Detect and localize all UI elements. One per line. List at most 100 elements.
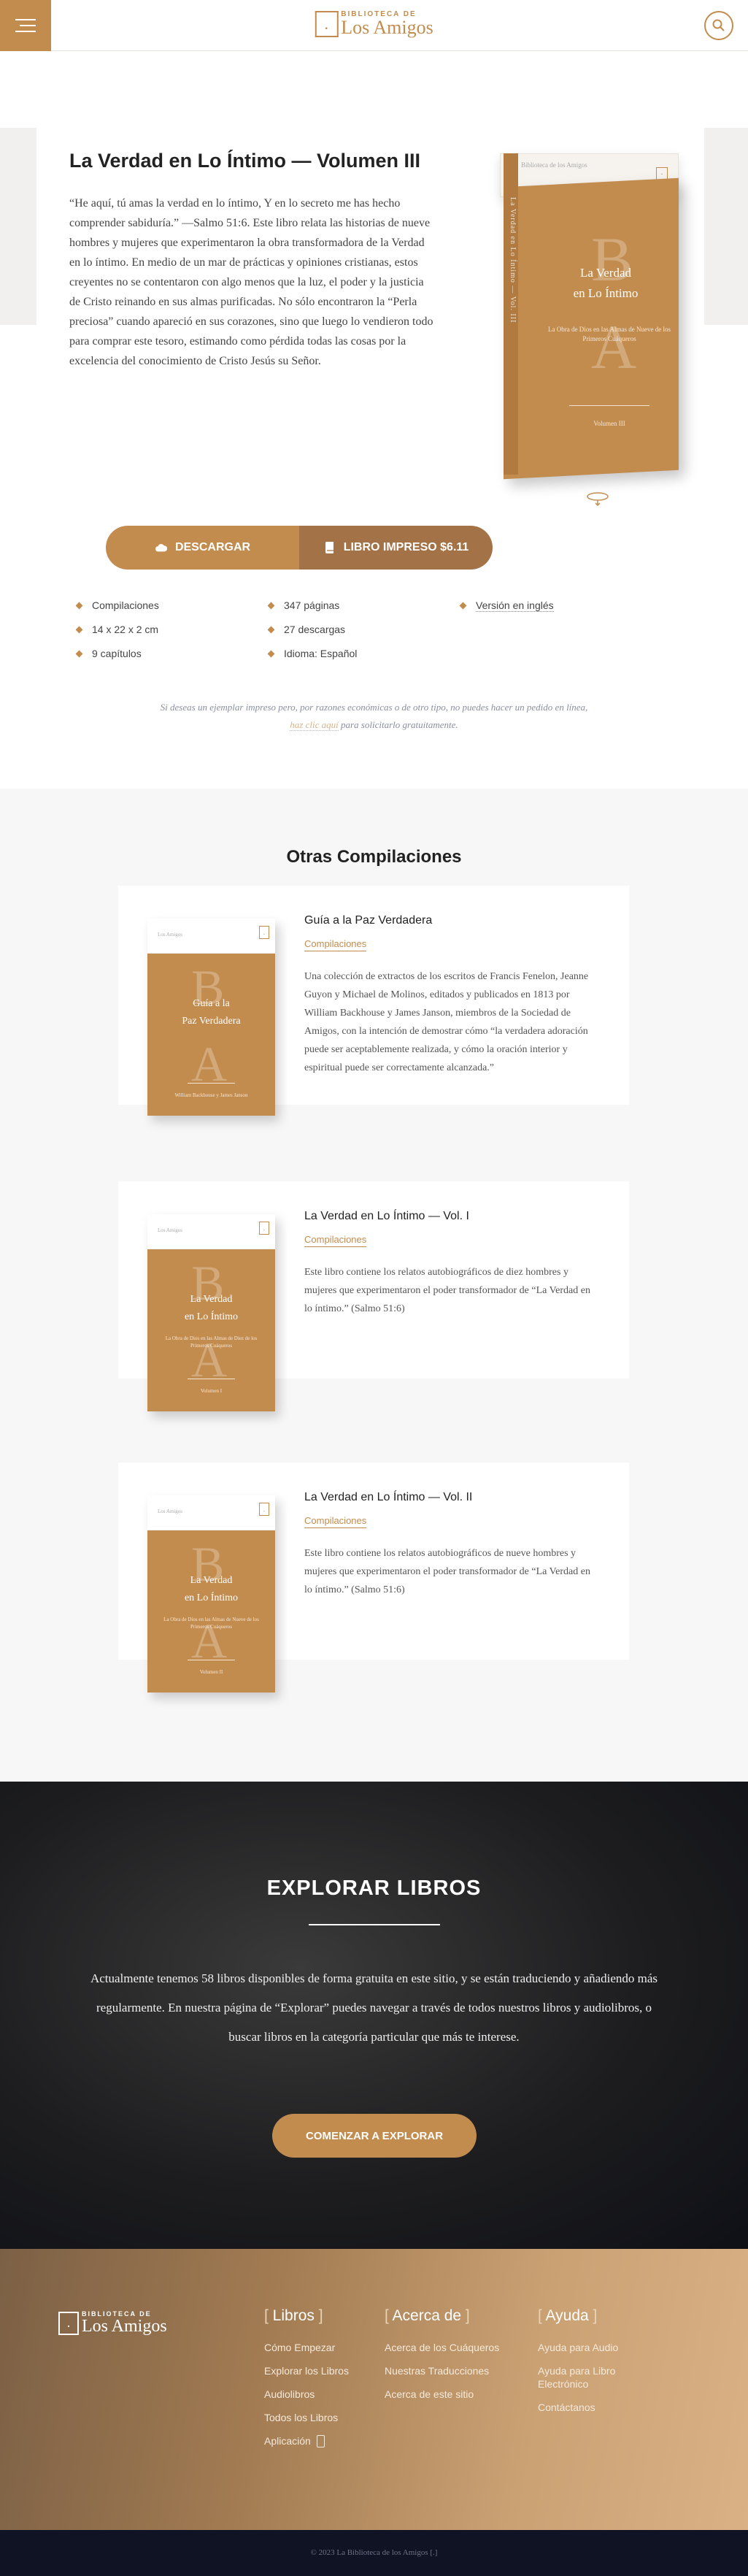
meta-category-text: Compilaciones — [92, 599, 159, 611]
meta-category[interactable]: Compilaciones — [75, 599, 269, 612]
footer-link-app[interactable]: Aplicación — [264, 2434, 366, 2447]
meta-downloads-text: 27 descargas — [284, 624, 346, 635]
hamburger-icon — [15, 19, 36, 20]
book-hero: La Verdad en Lo Íntimo — Volumen III “He… — [0, 51, 748, 789]
cloud-icon — [155, 544, 168, 552]
back-cover-text: Biblioteca de los Amigos — [521, 161, 587, 169]
cover-letter-a: A — [191, 1036, 228, 1092]
cover-header-text: Los Amigos — [158, 932, 183, 938]
request-free-copy-link[interactable]: haz clic aquí — [290, 719, 339, 731]
related-cover-title: Guía a la Paz Verdadera — [147, 995, 275, 1030]
related-book-category[interactable]: Compilaciones — [304, 1234, 367, 1247]
cover-header-text: Los Amigos — [158, 1509, 183, 1514]
related-book-description: Una colección de extractos de los escrit… — [304, 971, 589, 1073]
logo-big-text: Los Amigos — [341, 17, 433, 38]
download-button[interactable]: DESCARGAR — [106, 526, 299, 570]
footer-link[interactable]: Ayuda para Libro Electrónico — [538, 2364, 640, 2391]
cover-subtitle: La Obra de Dios en las Almas de Nueve de… — [548, 326, 671, 342]
meta-pages: 347 páginas — [267, 599, 460, 612]
logo-mark-icon: . — [259, 926, 269, 939]
meta-downloads: 27 descargas — [267, 623, 460, 636]
top-bar: . BIBLIOTECA DE Los Amigos — [0, 0, 748, 51]
english-version-link[interactable]: Versión en inglés — [476, 599, 554, 612]
related-cover-title-line1: Guía a la — [193, 998, 230, 1009]
related-title: Otras Compilaciones — [286, 847, 462, 867]
search-button[interactable] — [704, 11, 733, 40]
logo-mark-icon: . — [315, 11, 339, 37]
footer-col-title: [ Ayuda ] — [538, 2307, 598, 2324]
footer-col-help: [ Ayuda ] Ayuda para Audio Ayuda para Li… — [538, 2307, 640, 2424]
cover-title-line1: La Verdad — [579, 266, 632, 280]
related-cover-volume: Volumen II — [199, 1669, 223, 1675]
footer-link[interactable]: Contáctanos — [538, 2401, 640, 2414]
related-cover-title-line1: La Verdad — [190, 1575, 233, 1586]
related-book-cover[interactable]: Los Amigos. B A La Verdad en Lo Íntimo La… — [147, 1495, 275, 1693]
footer-col-title: [ Libros ] — [264, 2307, 323, 2324]
diamond-icon — [267, 626, 275, 633]
meta-chapters: 9 capítulos — [75, 647, 269, 660]
footer-link[interactable]: Ayuda para Audio — [538, 2341, 640, 2354]
footer-logo[interactable]: . BIBLIOTECA DE Los Amigos — [58, 2311, 167, 2335]
cover-title: La Verdad en Lo Íntimo — [525, 263, 686, 304]
cover-title-line2: en Lo Íntimo — [573, 286, 639, 300]
diamond-icon — [267, 602, 275, 609]
related-cover-subtitle: La Obra de Dios en las Almas de Nueve de… — [163, 1617, 259, 1630]
related-book-category[interactable]: Compilaciones — [304, 938, 367, 951]
cover-header-text: Los Amigos — [158, 1227, 183, 1233]
related-book-title[interactable]: Guía a la Paz Verdadera — [304, 914, 432, 927]
meta-language-text: Idioma: Español — [284, 648, 358, 659]
diamond-icon — [459, 602, 467, 609]
hamburger-icon-line — [20, 25, 36, 26]
hamburger-icon-line — [15, 31, 36, 32]
related-book-title[interactable]: La Verdad en Lo Íntimo — Vol. I — [304, 1210, 469, 1223]
footer-link[interactable]: Acerca de los Cuáqueros — [385, 2341, 520, 2354]
hamburger-menu-button[interactable] — [0, 0, 51, 51]
diamond-icon — [267, 650, 275, 657]
start-exploring-button[interactable]: COMENZAR A EXPLORAR — [272, 2114, 477, 2158]
explore-section: EXPLORAR LIBROS Actualmente tenemos 58 l… — [0, 1782, 748, 2249]
footer-link[interactable]: Audiolibros — [264, 2388, 366, 2401]
footer-link[interactable]: Todos los Libros — [264, 2411, 366, 2424]
free-copy-notice: Si deseas un ejemplar impreso pero, por … — [131, 699, 617, 734]
related-cover-title: La Verdad en Lo Íntimo — [147, 1291, 275, 1326]
meta-english-version[interactable]: Versión en inglés — [459, 599, 602, 612]
explore-title: EXPLORAR LIBROS — [266, 1877, 482, 1900]
related-cover-author: William Backhouse y James Janson — [174, 1092, 248, 1098]
book-description: “He aquí, tú amas la verdad en lo íntimo… — [69, 197, 433, 367]
related-cover-title-line2: en Lo Íntimo — [184, 1592, 239, 1603]
related-cover-title-line2: en Lo Íntimo — [184, 1311, 239, 1322]
copyright: © 2023 La Biblioteca de los Amigos [.] — [0, 2530, 748, 2576]
print-book-label: LIBRO IMPRESO $6.11 — [343, 541, 469, 553]
phone-icon — [316, 2434, 325, 2447]
related-book-description: Este libro contiene los relatos autobiog… — [304, 1267, 590, 1314]
meta-empty — [460, 623, 602, 636]
notice-text: Si deseas un ejemplar impreso pero, por … — [160, 702, 588, 713]
related-books-section: Otras Compilaciones Los Amigos. B A Guía… — [0, 789, 748, 1782]
site-logo[interactable]: . BIBLIOTECA DE Los Amigos — [315, 11, 433, 37]
footer-col-title-text: Ayuda — [545, 2307, 589, 2324]
footer-col-books: [ Libros ] Cómo Empezar Explorar los Lib… — [264, 2307, 366, 2458]
related-book-title[interactable]: La Verdad en Lo Íntimo — Vol. II — [304, 1491, 472, 1504]
logo-mark-icon: . — [259, 1503, 269, 1516]
related-book-category[interactable]: Compilaciones — [304, 1515, 367, 1528]
meta-dimensions: 14 x 22 x 2 cm — [75, 623, 269, 636]
notice-text-end: para solicitarlo gratuitamente. — [340, 719, 458, 730]
logo-mark-icon: . — [259, 1222, 269, 1235]
print-book-button[interactable]: LIBRO IMPRESO $6.11 — [299, 526, 493, 570]
footer-link[interactable]: Cómo Empezar — [264, 2341, 366, 2354]
book-title: La Verdad en Lo Íntimo — Volumen III — [69, 150, 421, 172]
related-book-cover[interactable]: Los Amigos. B A La Verdad en Lo Íntimo La… — [147, 1214, 275, 1411]
cover-divider — [188, 1083, 235, 1084]
footer-link[interactable]: Nuestras Traducciones — [385, 2364, 520, 2377]
related-cover-subtitle: La Obra de Dios en las Almas de Diez de … — [165, 1335, 258, 1349]
related-book-cover[interactable]: Los Amigos. B A Guía a la Paz Verdadera W… — [147, 919, 275, 1116]
related-cover-title-line1: La Verdad — [190, 1294, 233, 1305]
footer-link[interactable]: Explorar los Libros — [264, 2364, 366, 2377]
meta-chapters-text: 9 capítulos — [92, 648, 142, 659]
footer-link[interactable]: Acerca de este sitio — [385, 2388, 520, 2401]
rotate-book-icon[interactable] — [585, 489, 610, 507]
book-icon — [325, 542, 333, 553]
related-cover-title-line2: Paz Verdadera — [182, 1016, 241, 1027]
footer-col-about: [ Acerca de ] Acerca de los Cuáqueros Nu… — [385, 2307, 520, 2411]
diamond-icon — [75, 626, 83, 633]
